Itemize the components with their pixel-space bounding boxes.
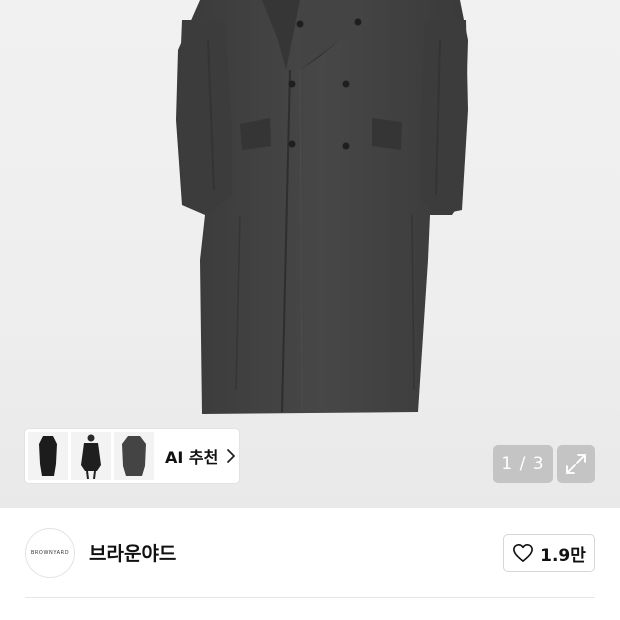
image-pager: 1 / 3 <box>493 445 553 483</box>
ai-recommend-bar[interactable]: AI 추천 <box>25 429 239 483</box>
coat-thumb-icon <box>122 436 146 476</box>
brand-logo-text: BROWNYARD <box>30 550 70 556</box>
like-count: 1.9만 <box>540 545 586 566</box>
brand-name[interactable]: 브라운야드 <box>89 539 176 566</box>
product-image[interactable]: AI 추천 1 / 3 <box>0 0 620 508</box>
ai-thumb-3[interactable] <box>114 432 154 480</box>
expand-button[interactable] <box>557 445 595 483</box>
coat-thumb-icon <box>39 436 57 476</box>
brand-row: BROWNYARD 브라운야드 1.9만 <box>0 508 620 598</box>
brand-logo[interactable]: BROWNYARD <box>25 528 75 578</box>
like-button[interactable]: 1.9만 <box>503 534 595 572</box>
model-thumb-icon <box>81 434 101 479</box>
heart-icon <box>513 544 534 562</box>
ai-thumb-2[interactable] <box>71 432 111 480</box>
ai-recommend-label[interactable]: AI 추천 <box>165 444 218 468</box>
ai-thumb-1[interactable] <box>28 432 68 480</box>
chevron-right-icon[interactable] <box>226 448 236 464</box>
divider <box>25 597 595 598</box>
expand-icon <box>566 454 586 474</box>
